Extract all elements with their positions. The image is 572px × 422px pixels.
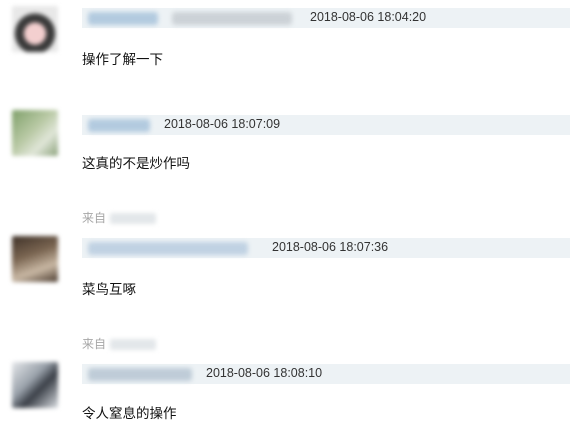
comment-header: 2018-08-06 18:07:09 <box>82 115 570 135</box>
comment-text: 操作了解一下 <box>82 52 163 67</box>
avatar[interactable] <box>12 6 58 52</box>
source-label: 来自 <box>82 211 107 225</box>
comment-timestamp: 2018-08-06 18:04:20 <box>310 10 427 24</box>
avatar[interactable] <box>12 236 58 282</box>
comment-header: 2018-08-06 18:08:10 <box>82 364 570 384</box>
source-app[interactable] <box>110 213 157 225</box>
comment-text: 这真的不是炒作吗 <box>82 156 190 171</box>
avatar[interactable] <box>12 362 58 408</box>
comment-timestamp: 2018-08-06 18:08:10 <box>206 366 323 380</box>
username-extra <box>172 12 292 25</box>
avatar[interactable] <box>12 110 58 156</box>
username[interactable] <box>88 242 248 255</box>
comment-header: 2018-08-06 18:04:20 <box>82 8 570 28</box>
source-app[interactable] <box>110 339 157 351</box>
comment-text: 菜鸟互啄 <box>82 282 136 297</box>
comment-header: 2018-08-06 18:07:36 <box>82 238 570 258</box>
username[interactable] <box>88 12 158 25</box>
username[interactable] <box>88 119 150 132</box>
comment-timestamp: 2018-08-06 18:07:36 <box>272 240 389 254</box>
username[interactable] <box>88 368 192 381</box>
comment-source: 来自 <box>82 209 157 226</box>
comment-source: 来自 <box>82 335 157 352</box>
comment-text: 令人窒息的操作 <box>82 406 177 421</box>
source-label: 来自 <box>82 337 107 351</box>
comment-timestamp: 2018-08-06 18:07:09 <box>164 117 281 131</box>
